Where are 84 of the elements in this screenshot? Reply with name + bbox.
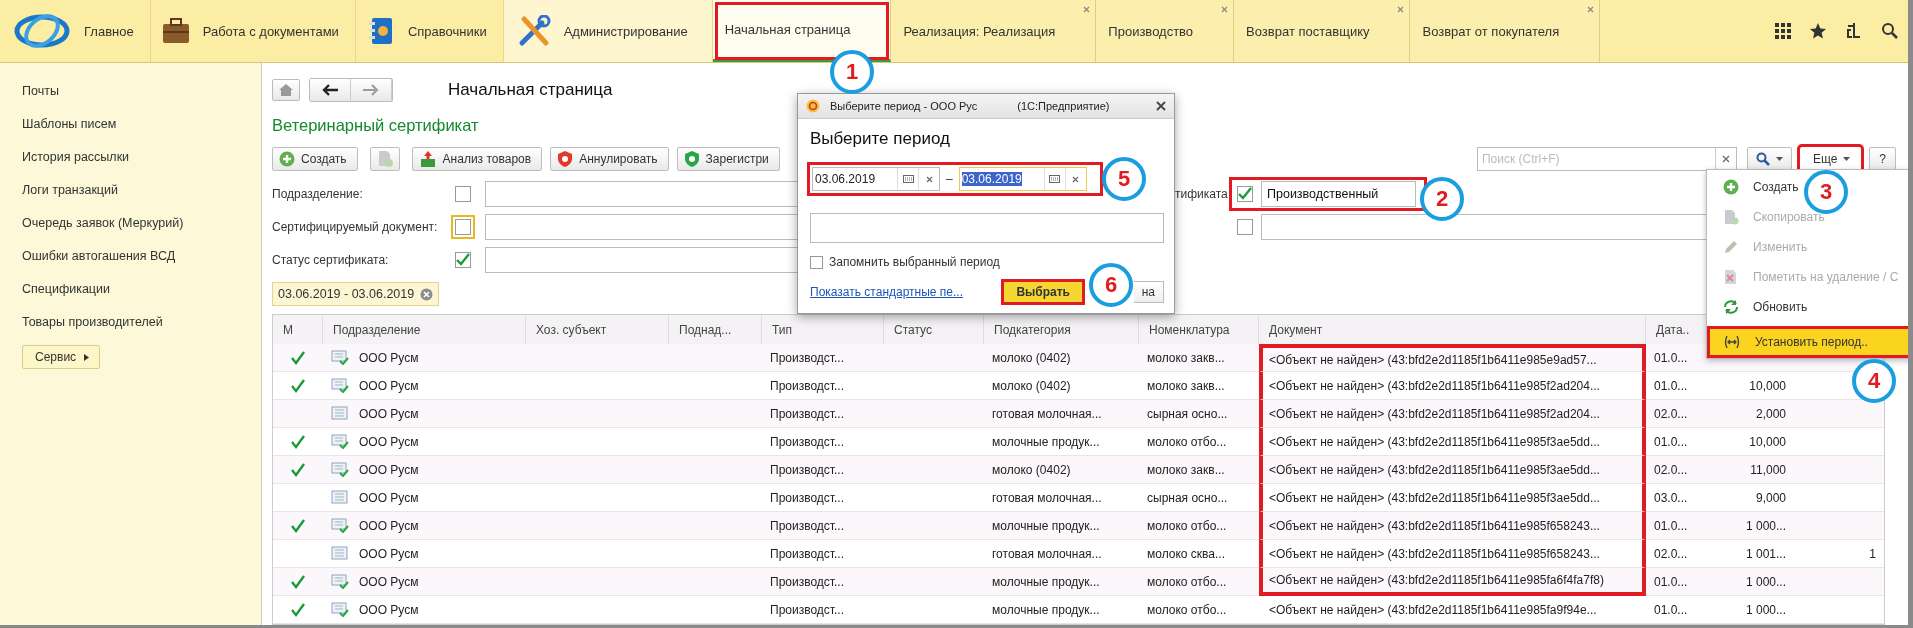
table-cell: молочные продук... xyxy=(992,602,1100,617)
table-cell: 1 000... xyxy=(1745,518,1786,533)
table-cell: ООО Русм xyxy=(359,546,419,561)
table-cell: готовая молочная... xyxy=(992,490,1102,505)
table-cell: ООО Русм xyxy=(359,434,419,449)
table-cell: молоко сква... xyxy=(1147,546,1226,561)
table-cell: ООО Русм xyxy=(359,406,419,421)
table-cell: Производст... xyxy=(770,378,844,393)
table-cell: <Объект не найден> (43:bfd2e2d1185f1b6411e985f2ad204... xyxy=(1269,378,1600,393)
table-cell: молочные продук... xyxy=(992,518,1100,533)
filter-label: Сертифицируемый документ: xyxy=(272,220,439,234)
table-cell: Производст... xyxy=(770,406,844,421)
table-cell: 10,000 xyxy=(1749,378,1786,393)
table-cell: <Объект не найден> (43:bfd2e2d1185f1b6411e985f658243... xyxy=(1269,518,1600,533)
table-cell: 1 000... xyxy=(1745,574,1786,589)
app-name: (1С:Предприятие) xyxy=(1017,100,1110,112)
table-cell: 01.0... xyxy=(1654,574,1688,589)
table-cell: 10,000 xyxy=(1749,434,1786,449)
table-cell: 1 001... xyxy=(1745,546,1786,561)
table-cell: <Объект не найден> (43:bfd2e2d1185f1b6411e985f3ae5dd... xyxy=(1269,462,1600,477)
table-cell: 11,000 xyxy=(1750,462,1786,477)
table-cell: <Объект не найден> (43:bfd2e2d1185f1b6411e985f3ae5dd... xyxy=(1269,490,1600,505)
table-cell: ООО Русм xyxy=(359,518,419,533)
table-cell: сырная осно... xyxy=(1147,406,1228,421)
table-cell: 02.0... xyxy=(1654,406,1688,421)
table-cell: 03.0... xyxy=(1654,490,1688,505)
page-title: Начальная страница xyxy=(448,79,613,100)
table-cell: молочные продук... xyxy=(992,574,1100,589)
table-cell: сырная осно... xyxy=(1147,490,1228,505)
table-cell: 01.0... xyxy=(1654,602,1688,617)
callout-number: 4 xyxy=(1852,359,1896,403)
table-cell: 2,000 xyxy=(1755,406,1786,421)
checkbox-label: Запомнить выбранный период xyxy=(829,255,1000,269)
table-cell: <Объект не найден> (43:bfd2e2d1185f1b6411e985f3ae5dd... xyxy=(1269,434,1600,449)
table-cell: молоко закв... xyxy=(1147,378,1225,393)
table-cell: молоко отбо... xyxy=(1147,434,1227,449)
table-cell: молоко (0402) xyxy=(992,350,1071,365)
filter-label: Подразделение: xyxy=(272,187,364,201)
table-cell: Производст... xyxy=(770,574,844,589)
table-cell: 02.0... xyxy=(1654,462,1688,477)
table-cell: <Объект не найден> (43:bfd2e2d1185f1b6411e985f2ad204... xyxy=(1269,406,1600,421)
window-title: Выберите период - ООО Рус xyxy=(830,100,978,112)
table-cell: ООО Русм xyxy=(359,490,419,505)
table-cell: готовая молочная... xyxy=(992,546,1102,561)
table-cell: ООО Русм xyxy=(359,378,419,393)
table-cell: молоко закв... xyxy=(1147,350,1225,365)
table-cell: ООО Русм xyxy=(359,602,419,617)
table-cell: молоко отбо... xyxy=(1147,518,1227,533)
table-cell: Производст... xyxy=(770,518,844,533)
table-cell: Производст... xyxy=(770,546,844,561)
table-cell: Производст... xyxy=(770,490,844,505)
table-cell: молочные продук... xyxy=(992,434,1100,449)
form-title: Ветеринарный сертификат xyxy=(272,115,479,136)
table-cell: <Объект не найден> (43:bfd2e2d1185f1b6411e985e9ad57... xyxy=(1269,352,1597,367)
table-cell: 01.0... xyxy=(1654,518,1688,533)
table-cell: <Объект не найден> (43:bfd2e2d1185f1b6411e985fa6f4fa7f8) xyxy=(1269,573,1604,587)
callout-number: 1 xyxy=(830,50,874,94)
filter-label: Статус сертификата: xyxy=(272,253,390,267)
table-cell: молоко (0402) xyxy=(992,378,1071,393)
table-cell: 01.0... xyxy=(1654,434,1688,449)
range-dash: – xyxy=(946,172,953,186)
table-cell: 01.0... xyxy=(1654,350,1688,365)
table-cell: Производст... xyxy=(770,350,844,365)
table-cell: Производст... xyxy=(770,462,844,477)
table-cell: молоко (0402) xyxy=(992,462,1071,477)
table-cell: 1 xyxy=(1869,546,1876,561)
table-cell: молоко отбо... xyxy=(1147,602,1227,617)
table-cell: ООО Русм xyxy=(359,462,419,477)
table-cell: молоко закв... xyxy=(1147,462,1225,477)
table-cell: готовая молочная... xyxy=(992,406,1102,421)
table-cell: 01.0... xyxy=(1654,378,1688,393)
table-cell: ООО Русм xyxy=(359,350,419,365)
table-cell: 9,000 xyxy=(1755,490,1786,505)
dialog-heading: Выберите период xyxy=(810,129,951,150)
filter-label: тификата xyxy=(1175,187,1229,201)
table-cell: Производст... xyxy=(770,602,844,617)
table-cell: 02.0... xyxy=(1654,546,1688,561)
callout-number: 2 xyxy=(1420,177,1464,221)
table-cell: ООО Русм xyxy=(359,574,419,589)
table-cell: молоко отбо... xyxy=(1147,574,1227,589)
table-cell: 1 000... xyxy=(1745,602,1786,617)
table-cell: Производст... xyxy=(770,434,844,449)
table-cell: <Объект не найден> (43:bfd2e2d1185f1b6411e985f658243... xyxy=(1269,546,1600,561)
table-cell: <Объект не найден> (43:bfd2e2d1185f1b6411e985fa9f94e... xyxy=(1269,602,1597,617)
